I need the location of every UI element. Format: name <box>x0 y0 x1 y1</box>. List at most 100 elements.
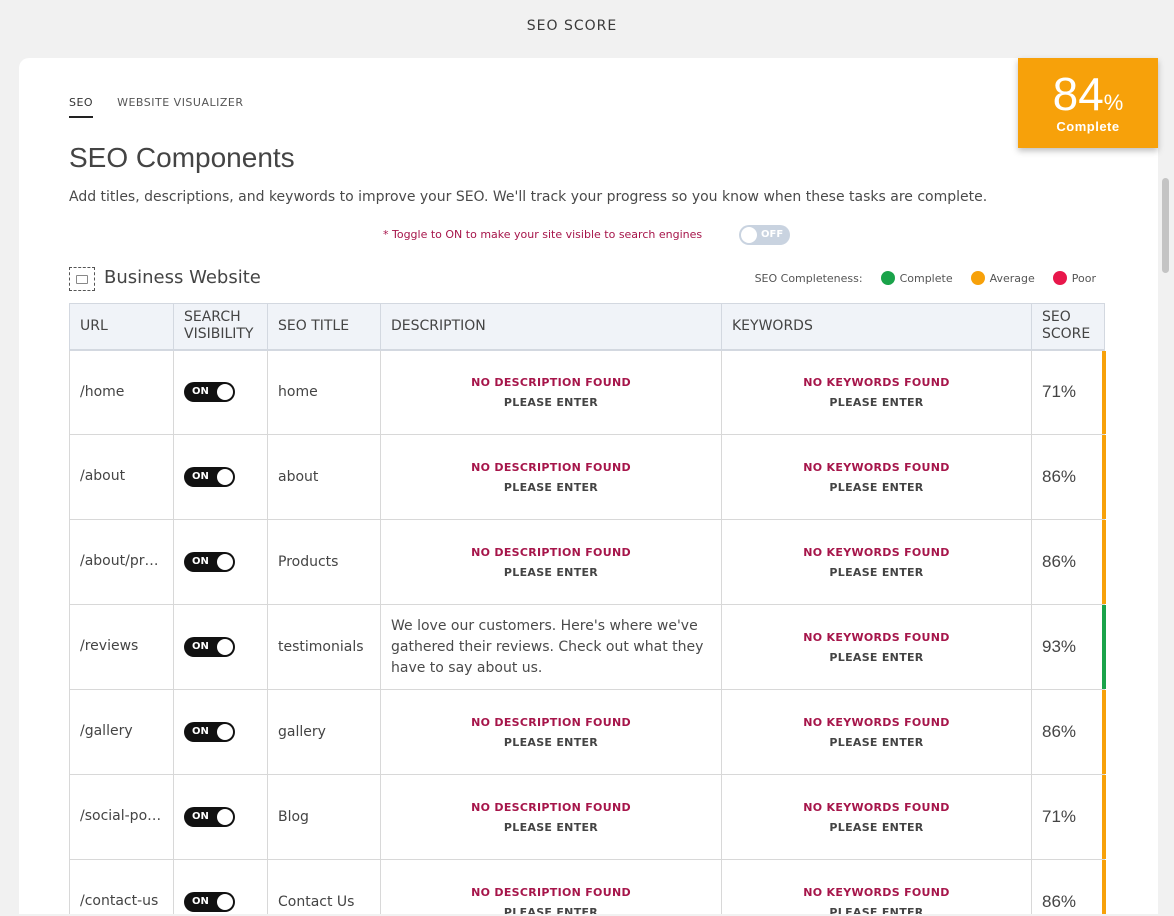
page-title: SEO SCORE <box>526 18 618 34</box>
description-cell[interactable]: NO DESCRIPTION FOUND PLEASE ENTER <box>380 434 722 520</box>
url-cell: /contact-us <box>69 859 174 914</box>
keywords-cell[interactable]: NO KEYWORDS FOUND PLEASE ENTER <box>721 434 1032 520</box>
enter-description-link[interactable]: PLEASE ENTER <box>391 481 711 494</box>
search-visibility-toggle[interactable]: ON <box>184 722 235 742</box>
enter-description-link[interactable]: PLEASE ENTER <box>391 906 711 915</box>
seo-card: SEO WEBSITE VISUALIZER SEO Components Ad… <box>19 58 1158 914</box>
search-visibility-toggle[interactable]: ON <box>184 467 235 487</box>
enter-description-link[interactable]: PLEASE ENTER <box>391 736 711 749</box>
table-row[interactable]: /gallery ON gallery NO DESCRIPTION FOUND… <box>69 689 1106 775</box>
visibility-cell: ON <box>173 434 268 520</box>
seo-score-cell: 93% <box>1031 604 1106 690</box>
seo-score-value: 86% <box>1042 467 1077 486</box>
search-visibility-toggle[interactable]: ON <box>184 892 235 912</box>
tab-seo[interactable]: SEO <box>69 96 94 118</box>
seo-score-cell: 86% <box>1031 689 1106 775</box>
toggle-label: ON <box>192 386 209 398</box>
col-keywords: KEYWORDS <box>721 303 1032 351</box>
seo-score-value: 86% <box>1042 892 1077 911</box>
url-cell: /about/pr… <box>69 519 174 605</box>
toggle-knob <box>217 639 233 655</box>
description-text: We love our customers. Here's where we'v… <box>391 617 704 676</box>
toggle-knob <box>217 724 233 740</box>
seo-title-cell[interactable]: Blog <box>267 774 381 860</box>
no-keywords-label: NO KEYWORDS FOUND <box>803 460 950 474</box>
description-cell[interactable]: NO DESCRIPTION FOUND PLEASE ENTER <box>380 859 722 915</box>
table-row[interactable]: /contact-us ON Contact Us NO DESCRIPTION… <box>69 859 1106 915</box>
keywords-cell[interactable]: NO KEYWORDS FOUND PLEASE ENTER <box>721 604 1032 690</box>
no-keywords-label: NO KEYWORDS FOUND <box>803 545 950 559</box>
seo-score-value: 86% <box>1042 552 1077 571</box>
search-visibility-toggle[interactable]: ON <box>184 382 235 403</box>
description-cell[interactable]: NO DESCRIPTION FOUND PLEASE ENTER <box>380 519 722 605</box>
seo-score-value: 71% <box>1042 807 1077 826</box>
search-visibility-toggle[interactable]: ON <box>184 552 235 572</box>
legend-poor: Poor <box>1052 271 1096 285</box>
description-cell[interactable]: NO DESCRIPTION FOUND PLEASE ENTER <box>380 774 722 860</box>
site-visibility-toggle[interactable]: OFF <box>739 225 790 245</box>
keywords-cell[interactable]: NO KEYWORDS FOUND PLEASE ENTER <box>721 519 1032 605</box>
enter-description-link[interactable]: PLEASE ENTER <box>391 396 711 409</box>
enter-description-link[interactable]: PLEASE ENTER <box>391 566 711 579</box>
legend-average: Average <box>970 271 1035 285</box>
seo-score-value: 86% <box>1042 722 1077 741</box>
keywords-cell[interactable]: NO KEYWORDS FOUND PLEASE ENTER <box>721 859 1032 915</box>
search-visibility-toggle[interactable]: ON <box>184 637 235 657</box>
enter-keywords-link[interactable]: PLEASE ENTER <box>732 396 1021 409</box>
seo-score-cell: 71% <box>1031 349 1106 435</box>
seo-title-cell[interactable]: Products <box>267 519 381 605</box>
description-cell[interactable]: NO DESCRIPTION FOUND PLEASE ENTER <box>380 689 722 775</box>
legend-title: SEO Completeness: <box>754 271 863 285</box>
visibility-cell: ON <box>173 859 268 914</box>
scrollbar-thumb[interactable] <box>1162 178 1169 273</box>
no-keywords-label: NO KEYWORDS FOUND <box>803 375 950 389</box>
scrollbar[interactable] <box>1158 58 1174 914</box>
col-url: URL <box>69 303 174 351</box>
seo-title-cell[interactable]: gallery <box>267 689 381 775</box>
enter-keywords-link[interactable]: PLEASE ENTER <box>732 821 1021 834</box>
keywords-cell[interactable]: NO KEYWORDS FOUND PLEASE ENTER <box>721 774 1032 860</box>
seo-score-cell: 86% <box>1031 519 1106 605</box>
no-description-label: NO DESCRIPTION FOUND <box>471 800 631 814</box>
keywords-cell[interactable]: NO KEYWORDS FOUND PLEASE ENTER <box>721 689 1032 775</box>
table-row[interactable]: /about ON about NO DESCRIPTION FOUND PLEA… <box>69 434 1106 520</box>
description-cell[interactable]: We love our customers. Here's where we'v… <box>380 604 722 690</box>
no-keywords-label: NO KEYWORDS FOUND <box>803 715 950 729</box>
toggle-label: ON <box>192 471 209 482</box>
keywords-cell[interactable]: NO KEYWORDS FOUND PLEASE ENTER <box>721 349 1032 435</box>
toggle-knob <box>217 469 233 485</box>
average-dot-icon <box>970 271 985 285</box>
seo-title-cell[interactable]: testimonials <box>267 604 381 690</box>
enter-keywords-link[interactable]: PLEASE ENTER <box>732 481 1021 494</box>
seo-title-cell[interactable]: about <box>267 434 381 520</box>
search-visibility-toggle[interactable]: ON <box>184 807 235 827</box>
score-status-bar <box>1102 350 1106 434</box>
description-cell[interactable]: NO DESCRIPTION FOUND PLEASE ENTER <box>380 349 722 435</box>
seo-title-cell[interactable]: home <box>267 349 381 435</box>
enter-description-link[interactable]: PLEASE ENTER <box>391 821 711 834</box>
enter-keywords-link[interactable]: PLEASE ENTER <box>732 736 1021 749</box>
no-description-label: NO DESCRIPTION FOUND <box>471 545 631 559</box>
seo-title-cell[interactable]: Contact Us <box>267 859 381 914</box>
url-cell: /social-po… <box>69 774 174 860</box>
score-status-bar <box>1102 690 1106 774</box>
table-row[interactable]: /reviews ON testimonials We love our cus… <box>69 604 1106 690</box>
enter-keywords-link[interactable]: PLEASE ENTER <box>732 906 1021 915</box>
seo-score-cell: 71% <box>1031 774 1106 860</box>
no-description-label: NO DESCRIPTION FOUND <box>471 885 631 899</box>
tab-website-visualizer[interactable]: WEBSITE VISUALIZER <box>117 96 243 118</box>
score-status-bar <box>1102 775 1106 859</box>
enter-keywords-link[interactable]: PLEASE ENTER <box>732 566 1021 579</box>
no-description-label: NO DESCRIPTION FOUND <box>471 375 631 389</box>
table-row[interactable]: /social-po… ON Blog NO DESCRIPTION FOUND… <box>69 774 1106 860</box>
visibility-note: * Toggle to ON to make your site visible… <box>383 228 703 241</box>
seo-score-badge: 84% Complete <box>1018 58 1158 148</box>
visibility-cell: ON <box>173 349 268 435</box>
table-row[interactable]: /home ON home NO DESCRIPTION FOUND PLEASE… <box>69 349 1106 435</box>
section-heading: SEO Components <box>69 142 295 173</box>
toggle-knob <box>217 384 233 401</box>
visibility-cell: ON <box>173 519 268 605</box>
score-value: 84 <box>1052 68 1104 120</box>
table-row[interactable]: /about/pr… ON Products NO DESCRIPTION FO… <box>69 519 1106 605</box>
enter-keywords-link[interactable]: PLEASE ENTER <box>732 651 1021 664</box>
